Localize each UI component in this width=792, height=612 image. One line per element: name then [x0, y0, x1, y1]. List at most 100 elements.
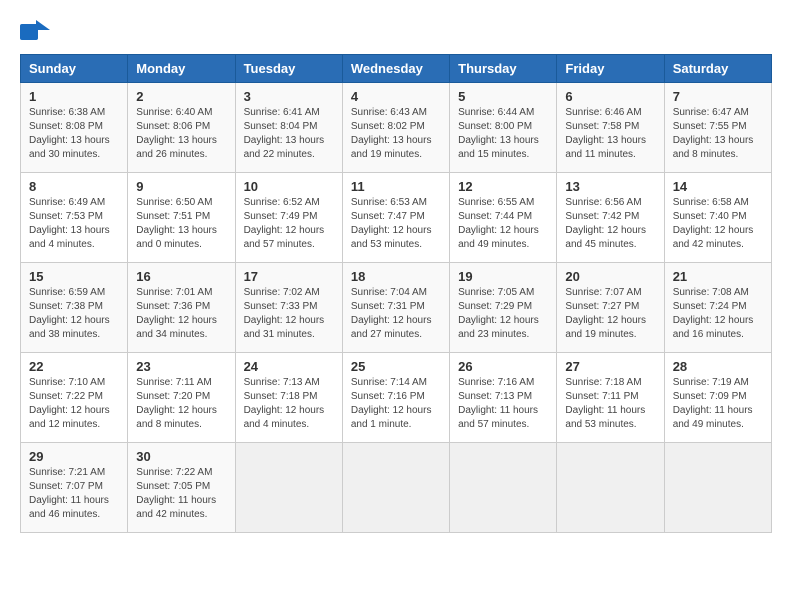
- calendar-cell: 27 Sunrise: 7:18 AMSunset: 7:11 PMDayligh…: [557, 353, 664, 443]
- weekday-header-tuesday: Tuesday: [235, 55, 342, 83]
- calendar-cell: 26 Sunrise: 7:16 AMSunset: 7:13 PMDayligh…: [450, 353, 557, 443]
- day-info: Sunrise: 7:16 AMSunset: 7:13 PMDaylight:…: [458, 376, 548, 432]
- day-info: Sunrise: 6:43 AMSunset: 8:02 PMDaylight:…: [351, 106, 441, 162]
- day-number: 5: [458, 89, 548, 104]
- day-number: 8: [29, 179, 119, 194]
- day-number: 28: [673, 359, 763, 374]
- calendar-cell: 3Sunrise: 6:41 AMSunset: 8:04 PMDaylight…: [235, 83, 342, 173]
- calendar-cell: 8 Sunrise: 6:49 AMSunset: 7:53 PMDaylight…: [21, 173, 128, 263]
- weekday-header-thursday: Thursday: [450, 55, 557, 83]
- day-info: Sunrise: 7:14 AMSunset: 7:16 PMDaylight:…: [351, 376, 441, 432]
- day-info: Sunrise: 6:50 AMSunset: 7:51 PMDaylight:…: [136, 196, 226, 252]
- day-info: Sunrise: 6:47 AMSunset: 7:55 PMDaylight:…: [673, 106, 763, 162]
- day-info: Sunrise: 6:46 AMSunset: 7:58 PMDaylight:…: [565, 106, 655, 162]
- weekday-header-saturday: Saturday: [664, 55, 771, 83]
- logo: [20, 20, 54, 44]
- day-info: Sunrise: 7:07 AMSunset: 7:27 PMDaylight:…: [565, 286, 655, 342]
- calendar-cell: 25 Sunrise: 7:14 AMSunset: 7:16 PMDayligh…: [342, 353, 449, 443]
- day-number: 17: [244, 269, 334, 284]
- page-header: [20, 20, 772, 44]
- day-number: 19: [458, 269, 548, 284]
- calendar-cell: 4 Sunrise: 6:43 AMSunset: 8:02 PMDaylight…: [342, 83, 449, 173]
- day-number: 7: [673, 89, 763, 104]
- calendar-cell: 14Sunrise: 6:58 AMSunset: 7:40 PMDayligh…: [664, 173, 771, 263]
- calendar-week-row: 29 Sunrise: 7:21 AMSunset: 7:07 PMDayligh…: [21, 443, 772, 533]
- day-number: 27: [565, 359, 655, 374]
- calendar-cell: [450, 443, 557, 533]
- day-number: 13: [565, 179, 655, 194]
- day-info: Sunrise: 7:08 AMSunset: 7:24 PMDaylight:…: [673, 286, 763, 342]
- day-info: Sunrise: 7:11 AMSunset: 7:20 PMDaylight:…: [136, 376, 226, 432]
- day-info: Sunrise: 6:58 AMSunset: 7:40 PMDaylight:…: [673, 196, 763, 252]
- day-info: Sunrise: 7:19 AMSunset: 7:09 PMDaylight:…: [673, 376, 763, 432]
- calendar-cell: 6 Sunrise: 6:46 AMSunset: 7:58 PMDaylight…: [557, 83, 664, 173]
- day-number: 10: [244, 179, 334, 194]
- day-info: Sunrise: 7:01 AMSunset: 7:36 PMDaylight:…: [136, 286, 226, 342]
- day-info: Sunrise: 6:40 AMSunset: 8:06 PMDaylight:…: [136, 106, 226, 162]
- day-number: 18: [351, 269, 441, 284]
- weekday-header-sunday: Sunday: [21, 55, 128, 83]
- day-number: 9: [136, 179, 226, 194]
- calendar-cell: 9 Sunrise: 6:50 AMSunset: 7:51 PMDaylight…: [128, 173, 235, 263]
- day-info: Sunrise: 7:22 AMSunset: 7:05 PMDaylight:…: [136, 466, 226, 522]
- day-info: Sunrise: 6:44 AMSunset: 8:00 PMDaylight:…: [458, 106, 548, 162]
- day-number: 23: [136, 359, 226, 374]
- calendar-cell: 15 Sunrise: 6:59 AMSunset: 7:38 PMDayligh…: [21, 263, 128, 353]
- day-info: Sunrise: 7:18 AMSunset: 7:11 PMDaylight:…: [565, 376, 655, 432]
- calendar-cell: 29 Sunrise: 7:21 AMSunset: 7:07 PMDayligh…: [21, 443, 128, 533]
- day-info: Sunrise: 6:59 AMSunset: 7:38 PMDaylight:…: [29, 286, 119, 342]
- calendar-cell: 1 Sunrise: 6:38 AMSunset: 8:08 PMDaylight…: [21, 83, 128, 173]
- calendar-cell: [342, 443, 449, 533]
- day-number: 25: [351, 359, 441, 374]
- calendar-cell: 22 Sunrise: 7:10 AMSunset: 7:22 PMDayligh…: [21, 353, 128, 443]
- day-info: Sunrise: 6:41 AMSunset: 8:04 PMDaylight:…: [244, 106, 334, 162]
- day-number: 29: [29, 449, 119, 464]
- calendar-cell: 24Sunrise: 7:13 AMSunset: 7:18 PMDayligh…: [235, 353, 342, 443]
- day-number: 15: [29, 269, 119, 284]
- calendar-cell: 16 Sunrise: 7:01 AMSunset: 7:36 PMDayligh…: [128, 263, 235, 353]
- calendar-cell: 2 Sunrise: 6:40 AMSunset: 8:06 PMDaylight…: [128, 83, 235, 173]
- day-number: 4: [351, 89, 441, 104]
- day-info: Sunrise: 7:13 AMSunset: 7:18 PMDaylight:…: [244, 376, 334, 432]
- calendar-cell: 30 Sunrise: 7:22 AMSunset: 7:05 PMDayligh…: [128, 443, 235, 533]
- day-number: 22: [29, 359, 119, 374]
- calendar-week-row: 15 Sunrise: 6:59 AMSunset: 7:38 PMDayligh…: [21, 263, 772, 353]
- calendar-cell: 17 Sunrise: 7:02 AMSunset: 7:33 PMDayligh…: [235, 263, 342, 353]
- day-info: Sunrise: 6:53 AMSunset: 7:47 PMDaylight:…: [351, 196, 441, 252]
- calendar-cell: 21 Sunrise: 7:08 AMSunset: 7:24 PMDayligh…: [664, 263, 771, 353]
- calendar-cell: [664, 443, 771, 533]
- weekday-header-wednesday: Wednesday: [342, 55, 449, 83]
- day-info: Sunrise: 7:02 AMSunset: 7:33 PMDaylight:…: [244, 286, 334, 342]
- day-number: 2: [136, 89, 226, 104]
- day-number: 30: [136, 449, 226, 464]
- day-info: Sunrise: 7:05 AMSunset: 7:29 PMDaylight:…: [458, 286, 548, 342]
- day-number: 16: [136, 269, 226, 284]
- calendar-cell: 10 Sunrise: 6:52 AMSunset: 7:49 PMDayligh…: [235, 173, 342, 263]
- day-info: Sunrise: 6:52 AMSunset: 7:49 PMDaylight:…: [244, 196, 334, 252]
- calendar-cell: 18 Sunrise: 7:04 AMSunset: 7:31 PMDayligh…: [342, 263, 449, 353]
- day-info: Sunrise: 6:49 AMSunset: 7:53 PMDaylight:…: [29, 196, 119, 252]
- day-number: 11: [351, 179, 441, 194]
- calendar-cell: [557, 443, 664, 533]
- day-number: 6: [565, 89, 655, 104]
- weekday-header-monday: Monday: [128, 55, 235, 83]
- day-number: 1: [29, 89, 119, 104]
- calendar-week-row: 8 Sunrise: 6:49 AMSunset: 7:53 PMDaylight…: [21, 173, 772, 263]
- calendar-table: SundayMondayTuesdayWednesdayThursdayFrid…: [20, 54, 772, 533]
- day-info: Sunrise: 6:38 AMSunset: 8:08 PMDaylight:…: [29, 106, 119, 162]
- calendar-cell: [235, 443, 342, 533]
- day-number: 21: [673, 269, 763, 284]
- calendar-cell: 11 Sunrise: 6:53 AMSunset: 7:47 PMDayligh…: [342, 173, 449, 263]
- day-number: 26: [458, 359, 548, 374]
- day-info: Sunrise: 7:10 AMSunset: 7:22 PMDaylight:…: [29, 376, 119, 432]
- logo-icon: [20, 20, 50, 44]
- day-info: Sunrise: 7:21 AMSunset: 7:07 PMDaylight:…: [29, 466, 119, 522]
- calendar-cell: 19 Sunrise: 7:05 AMSunset: 7:29 PMDayligh…: [450, 263, 557, 353]
- day-info: Sunrise: 6:55 AMSunset: 7:44 PMDaylight:…: [458, 196, 548, 252]
- calendar-cell: 23 Sunrise: 7:11 AMSunset: 7:20 PMDayligh…: [128, 353, 235, 443]
- calendar-week-row: 1 Sunrise: 6:38 AMSunset: 8:08 PMDaylight…: [21, 83, 772, 173]
- calendar-cell: 28 Sunrise: 7:19 AMSunset: 7:09 PMDayligh…: [664, 353, 771, 443]
- day-number: 12: [458, 179, 548, 194]
- day-info: Sunrise: 7:04 AMSunset: 7:31 PMDaylight:…: [351, 286, 441, 342]
- calendar-cell: 12 Sunrise: 6:55 AMSunset: 7:44 PMDayligh…: [450, 173, 557, 263]
